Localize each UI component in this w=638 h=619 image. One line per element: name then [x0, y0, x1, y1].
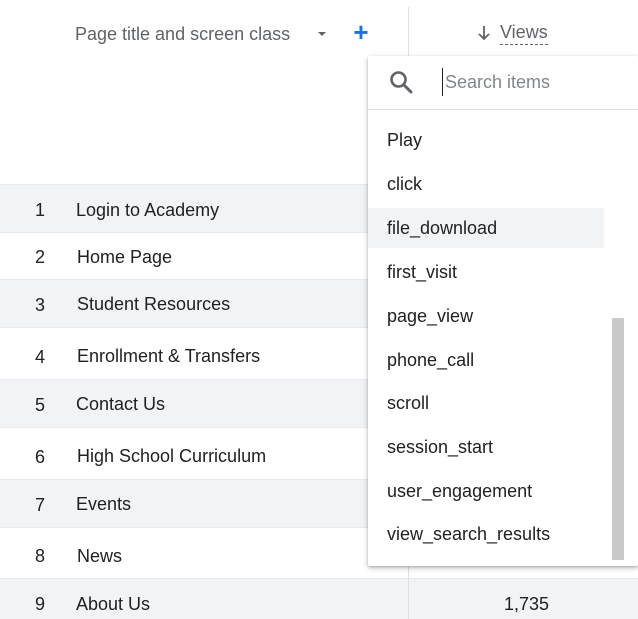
- row-page-title: Login to Academy: [76, 200, 220, 220]
- analytics-report: Page title and screen class + Views 1 Lo…: [0, 0, 638, 619]
- row-page-title: Home Page: [77, 247, 173, 267]
- table-row[interactable]: 9 About Us 1,735: [0, 578, 638, 619]
- views-header-label: Views: [500, 22, 548, 45]
- add-dimension-button[interactable]: +: [349, 19, 373, 45]
- plus-icon: +: [353, 17, 369, 47]
- menu-list: Play click file_download first_visit pag…: [368, 110, 638, 566]
- row-page-title: About Us: [76, 594, 151, 614]
- views-column-header[interactable]: Views: [475, 20, 548, 46]
- menu-item-highlighted[interactable]: file_download: [368, 208, 604, 248]
- row-index: 1: [34, 200, 45, 220]
- search-bar: [368, 56, 638, 110]
- event-select-dropdown: Play click file_download first_visit pag…: [368, 56, 638, 566]
- menu-item-label: session_start: [387, 436, 494, 457]
- menu-item[interactable]: Play: [368, 120, 604, 160]
- menu-item[interactable]: phone_call: [368, 340, 604, 380]
- menu-item[interactable]: first_visit: [368, 252, 604, 292]
- row-page-title: Enrollment & Transfers: [77, 346, 261, 366]
- dimension-dropdown-button[interactable]: [312, 24, 332, 44]
- row-index: 3: [34, 295, 45, 315]
- row-page-title: High School Curriculum: [77, 446, 267, 466]
- menu-item[interactable]: view_search_results: [368, 514, 604, 554]
- dimension-header[interactable]: Page title and screen class: [75, 21, 290, 47]
- row-page-title: Contact Us: [76, 394, 166, 414]
- menu-item-label: view_search_results: [387, 523, 551, 544]
- menu-item[interactable]: user_engagement: [368, 471, 604, 511]
- row-index: 8: [34, 546, 45, 566]
- row-page-title: News: [77, 546, 123, 566]
- arrow-drop-down-icon: [318, 32, 326, 36]
- scrollbar-thumb[interactable]: [612, 318, 624, 560]
- menu-item[interactable]: scroll: [368, 383, 604, 423]
- row-index: 5: [34, 395, 45, 415]
- menu-item-label: page_view: [387, 305, 474, 326]
- row-index: 4: [34, 347, 45, 367]
- row-index: 2: [34, 247, 45, 267]
- menu-item[interactable]: click: [368, 164, 604, 204]
- menu-item-label: user_engagement: [387, 480, 533, 501]
- menu-item[interactable]: session_start: [368, 427, 604, 467]
- dimension-header-label: Page title and screen class: [75, 23, 291, 44]
- row-index: 7: [34, 495, 45, 515]
- row-page-title: Student Resources: [77, 294, 231, 314]
- menu-item-label: Play: [387, 129, 423, 150]
- search-icon: [390, 71, 413, 94]
- menu-item[interactable]: page_view: [368, 296, 604, 336]
- menu-item-label: scroll: [387, 392, 430, 413]
- row-views-value: 1,735: [503, 594, 549, 614]
- row-index: 9: [34, 594, 45, 614]
- row-page-title: Events: [76, 494, 132, 514]
- menu-item-label: file_download: [387, 217, 498, 238]
- row-index: 6: [34, 447, 45, 467]
- menu-item-label: first_visit: [387, 261, 458, 282]
- search-input[interactable]: [442, 68, 625, 96]
- menu-item-label: click: [387, 173, 422, 194]
- menu-item-label: phone_call: [387, 349, 475, 370]
- arrow-down-icon: [475, 23, 493, 43]
